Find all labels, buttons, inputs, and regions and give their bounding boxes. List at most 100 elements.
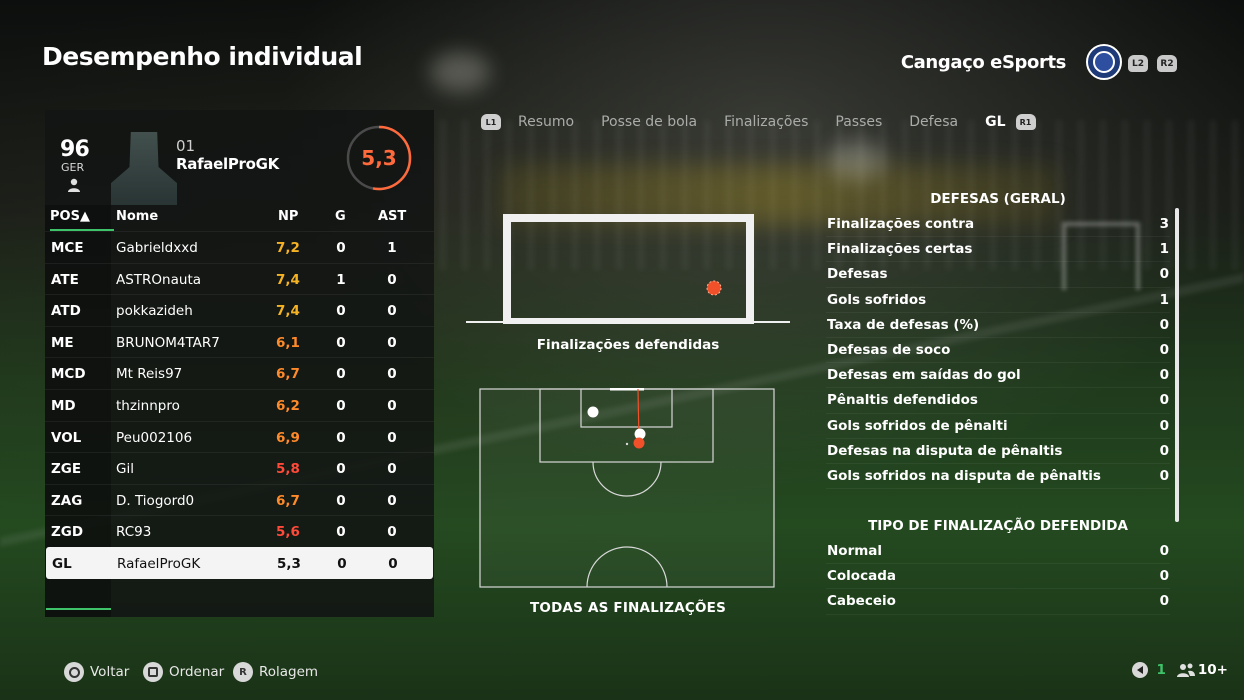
stat-value: 0 (1159, 316, 1169, 333)
table-row[interactable]: ATE ASTROnauta 7,4 1 0 (45, 262, 434, 295)
l1-button-icon[interactable]: L1 (481, 114, 501, 130)
player-assists-cell: 0 (387, 366, 397, 383)
stat-row: Finalizações certas 1 (826, 237, 1170, 263)
tab-passes[interactable]: Passes (835, 114, 882, 130)
stat-row: Gols sofridos de pênalti 0 (826, 414, 1170, 439)
background-floodlight (826, 140, 886, 180)
stats-scrollbar[interactable] (1175, 208, 1179, 522)
stat-value: 3 (1159, 216, 1169, 232)
stat-value: 0 (1159, 543, 1169, 560)
goal-caption: Finalizações defendidas (536, 337, 720, 353)
player-goals-cell: 0 (336, 429, 346, 446)
stat-row: Normal 0 (826, 539, 1170, 565)
stat-value: 0 (1159, 341, 1169, 358)
player-rating-cell: 7,4 (276, 303, 300, 320)
player-position-cell: ATE (51, 271, 79, 288)
back-hint[interactable]: Voltar (64, 661, 129, 683)
goal-shot-marker (633, 437, 645, 449)
section-title-defesas: DEFESAS (GERAL) (930, 191, 1066, 207)
tab-finalizacoes[interactable]: Finalizações (724, 114, 808, 130)
scroll-hint[interactable]: R Rolagem (233, 661, 318, 683)
table-row[interactable]: MD thzinnpro 6,2 0 0 (45, 388, 434, 421)
page-title: Desempenho individual (42, 42, 363, 71)
goalkeeper-stats-panel: DEFESAS (GERAL) Finalizações contra 3 Fina… (826, 188, 1170, 615)
player-name-cell: RC93 (116, 524, 152, 541)
player-assists-cell: 0 (387, 271, 397, 288)
player-portrait (111, 132, 177, 205)
tab-gl[interactable]: GL (985, 114, 1005, 130)
player-assists-cell: 0 (387, 492, 397, 509)
player-name-cell: RafaelProGK (117, 555, 201, 572)
r1-button-icon[interactable]: R1 (1015, 114, 1036, 130)
field-caption: TODAS AS FINALIZAÇÕES (529, 600, 726, 616)
stat-row: Defesas na disputa de pênaltis 0 (826, 439, 1170, 465)
stat-label: Normal (827, 543, 883, 560)
player-overall: 96 (60, 137, 90, 162)
player-rating-cell: 6,7 (276, 366, 300, 383)
stat-row: Gols sofridos na disputa de pênaltis 0 (826, 464, 1170, 490)
player-assists-cell: 0 (387, 334, 397, 351)
stats-list-tipo: Normal 0 Colocada 0 Cabeceio 0 (826, 539, 1170, 615)
player-rating-cell: 5,8 (276, 461, 300, 478)
stat-label: Pênaltis defendidos (827, 392, 978, 409)
stat-label: Gols sofridos na disputa de pênaltis (827, 467, 1101, 484)
tab-resumo[interactable]: Resumo (518, 114, 574, 130)
player-name: RafaelProGK (176, 155, 279, 173)
section-title-tipo: TIPO DE FINALIZAÇÃO DEFENDIDA (868, 518, 1128, 535)
stat-row: Finalizações contra 3 (826, 212, 1170, 238)
tab-defesa[interactable]: Defesa (909, 114, 958, 130)
stat-row: Colocada 0 (826, 564, 1170, 590)
sort-label: Ordenar (169, 664, 225, 680)
tab-posse-de-bola[interactable]: Posse de bola (601, 114, 697, 130)
stat-label: Gols sofridos (827, 291, 927, 308)
sort-position-header[interactable]: POS▲ (50, 209, 114, 231)
player-position-cell: ZAG (51, 492, 83, 509)
table-row[interactable]: ZGD RC93 5,6 0 0 (45, 515, 434, 547)
player-goals-cell: 0 (337, 555, 347, 572)
player-position-cell: ZGD (51, 524, 84, 541)
player-assists-cell: 0 (387, 429, 397, 446)
table-row[interactable]: ZAG D. Tiogord0 6,7 0 0 (45, 483, 434, 516)
player-assists-cell: 0 (387, 397, 397, 414)
table-row[interactable]: MCE Gabrieldxxd 7,2 0 1 (45, 231, 434, 263)
header-ast: AST (378, 209, 407, 224)
table-row[interactable]: VOL Peu002106 6,9 0 0 (45, 420, 434, 453)
online-count: 1 (1156, 662, 1166, 678)
table-row[interactable]: ATD pokkazideh 7,4 0 0 (45, 294, 434, 326)
background-floodlight (430, 52, 490, 92)
player-name-cell: ASTROnauta (116, 271, 202, 288)
stat-value: 0 (1159, 266, 1169, 283)
stat-value: 0 (1159, 367, 1169, 384)
header-g: G (335, 209, 346, 224)
table-row[interactable]: ZGE Gil 5,8 0 0 (45, 452, 434, 484)
r2-button-icon[interactable]: R2 (1157, 55, 1177, 72)
player-name-cell: pokkazideh (116, 303, 193, 320)
player-name-cell: Peu002106 (116, 429, 193, 446)
stat-label: Gols sofridos de pênalti (827, 417, 1008, 434)
player-rating-cell: 6,7 (276, 492, 300, 509)
sort-hint[interactable]: Ordenar (143, 661, 224, 683)
player-position-cell: MCD (51, 366, 86, 383)
stat-label: Defesas (827, 266, 888, 283)
player-name-cell: Gabrieldxxd (116, 240, 198, 256)
shot-marker (587, 406, 599, 418)
stat-value: 0 (1159, 467, 1169, 484)
header-pos: POS▲ (50, 209, 90, 224)
player-assists-cell: 0 (387, 461, 397, 478)
stat-label: Defesas na disputa de pênaltis (827, 442, 1063, 459)
table-row[interactable]: GL RafaelProGK 5,3 0 0 (46, 546, 433, 579)
player-goals-cell: 0 (336, 240, 346, 256)
stat-value: 0 (1159, 417, 1169, 434)
team-name: Cangaço eSports (900, 52, 1067, 73)
stat-row: Defesas em saídas do gol 0 (826, 363, 1170, 389)
player-assists-cell: 0 (387, 524, 397, 541)
stat-label: Finalizações contra (827, 216, 975, 232)
header-np: NP (278, 209, 299, 224)
table-header: POS▲ Nome NP G AST (45, 205, 434, 231)
player-name-cell: Mt Reis97 (116, 366, 183, 383)
stat-label: Taxa de defesas (%) (827, 316, 980, 333)
table-row[interactable]: ME BRUNOM4TAR7 6,1 0 0 (45, 325, 434, 358)
table-row[interactable]: MCD Mt Reis97 6,7 0 0 (45, 357, 434, 389)
player-goals-cell: 0 (336, 492, 346, 509)
l2-button-icon[interactable]: L2 (1128, 55, 1148, 72)
